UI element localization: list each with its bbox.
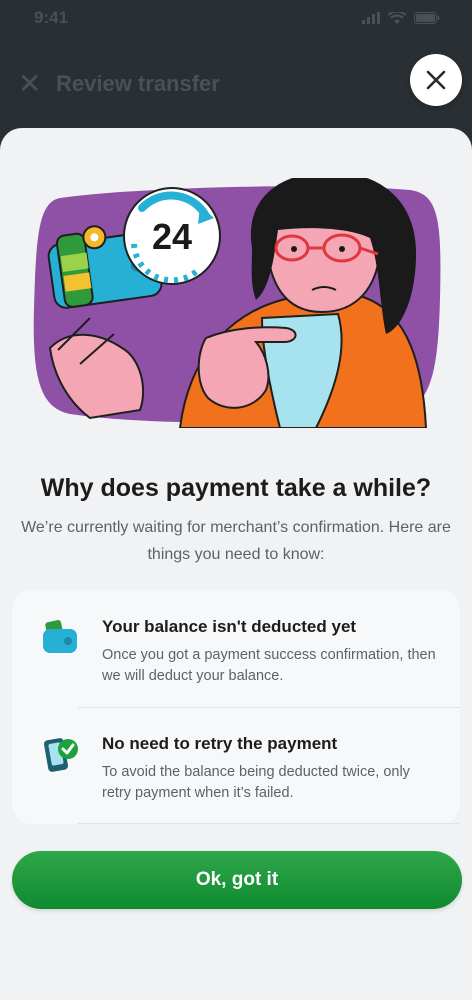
info-divider-bottom xyxy=(78,823,460,824)
close-icon xyxy=(426,70,446,90)
status-bar: 9:41 xyxy=(0,0,472,36)
info-desc-retry: To avoid the balance being deducted twic… xyxy=(102,764,410,801)
battery-icon xyxy=(414,12,440,24)
close-button[interactable] xyxy=(410,54,462,106)
info-title-balance: Your balance isn't deducted yet xyxy=(102,617,357,636)
info-item-retry: No need to retry the payment To avoid th… xyxy=(12,707,460,824)
sheet-title: Why does payment take a while? xyxy=(40,474,432,502)
info-card: Your balance isn't deducted yet Once you… xyxy=(12,590,460,824)
bottom-sheet: 24 Why does payment take a while? We’re … xyxy=(0,128,472,1000)
info-item-balance: Your balance isn't deducted yet Once you… xyxy=(12,590,460,707)
wifi-icon xyxy=(388,11,406,24)
status-time: 9:41 xyxy=(34,8,69,27)
wallet-icon xyxy=(43,620,77,653)
phone-check-icon xyxy=(44,738,78,772)
ok-got-it-button[interactable]: Ok, got it xyxy=(12,851,462,909)
info-desc-balance: Once you got a payment success confirmat… xyxy=(102,647,436,684)
clock-24-label: 24 xyxy=(152,216,192,257)
sheet-subtitle: We’re currently waiting for merchant’s c… xyxy=(21,519,451,563)
background-close-icon: ✕ xyxy=(18,68,42,99)
background-title: Review transfer xyxy=(56,71,220,96)
info-title-retry: No need to retry the payment xyxy=(102,734,338,753)
waiting-payment-illustration: 24 xyxy=(33,178,441,428)
signal-icon xyxy=(362,12,380,24)
background-header: ✕ Review transfer xyxy=(0,62,472,106)
status-icons xyxy=(362,11,440,25)
